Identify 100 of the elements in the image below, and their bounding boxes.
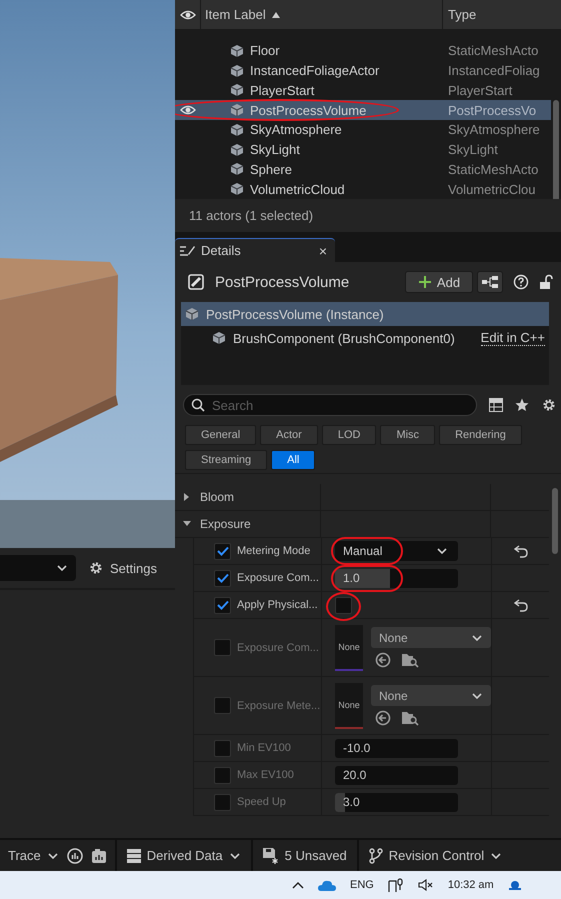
- tab-label: Details: [201, 243, 242, 258]
- outliner-row[interactable]: SkyLight SkyLight: [175, 140, 551, 160]
- server-icon: [126, 848, 141, 862]
- checkmark-icon: [216, 546, 228, 556]
- actor-label: PostProcessVolume: [250, 102, 366, 118]
- caret-right-icon: [183, 493, 191, 501]
- column-header[interactable]: Item Label: [201, 0, 443, 29]
- checkbox[interactable]: [214, 639, 231, 656]
- details-tab[interactable]: Details ×: [175, 238, 335, 262]
- language-indicator[interactable]: ENG: [350, 879, 374, 891]
- cube-icon: [229, 82, 245, 98]
- number-field[interactable]: -10.0: [335, 738, 458, 758]
- value-dropdown[interactable]: Manual: [335, 541, 458, 561]
- actor-type: InstancedFoliag: [447, 63, 541, 78]
- column-header[interactable]: Type: [443, 0, 561, 29]
- cloud-icon[interactable]: [318, 879, 336, 891]
- search-icon: [191, 398, 205, 412]
- arrow-left-circle-icon[interactable]: [375, 652, 391, 668]
- filter-button[interactable]: General: [185, 425, 256, 445]
- blueprint-button[interactable]: [477, 271, 503, 293]
- scrollbar-thumb[interactable]: [552, 488, 558, 554]
- cube-icon: [184, 306, 200, 322]
- number-field[interactable]: 20.0: [335, 766, 458, 784]
- arrow-left-circle-icon[interactable]: [375, 710, 391, 726]
- outliner-row[interactable]: PlayerStart PlayerStart: [175, 80, 551, 100]
- table-view-icon[interactable]: [489, 398, 503, 412]
- checkbox[interactable]: [214, 596, 231, 614]
- search-field[interactable]: Search: [183, 394, 477, 416]
- chevron-down-icon: [471, 690, 483, 700]
- reset-arrow-icon[interactable]: [514, 598, 528, 612]
- outliner-row[interactable]: InstancedFoliageActor InstancedFoliag: [175, 60, 551, 80]
- checkbox[interactable]: [214, 740, 231, 756]
- person-icon[interactable]: [508, 880, 522, 890]
- actor-label: VolumetricCloud: [250, 182, 345, 197]
- number-field[interactable]: 3.0: [335, 792, 458, 812]
- chevron-up-icon[interactable]: [292, 881, 304, 889]
- checkbox[interactable]: [214, 570, 231, 586]
- network-icon[interactable]: [388, 878, 404, 892]
- folder-search-icon[interactable]: [401, 652, 419, 668]
- actor-type: StaticMeshActo: [447, 43, 540, 58]
- component-label: BrushComponent (BrushComponent0): [233, 330, 456, 346]
- chevron-down-icon: [56, 563, 68, 573]
- actor-type: StaticMeshActo: [447, 162, 540, 177]
- filter-button[interactable]: LOD: [322, 425, 376, 445]
- settings-icon: [88, 560, 104, 576]
- eye-icon: [180, 8, 196, 20]
- caret-down-icon: [183, 520, 191, 528]
- folder-search-icon[interactable]: [401, 710, 419, 726]
- checkbox[interactable]: [214, 794, 231, 810]
- outliner-row[interactable]: SkyAtmosphere SkyAtmosphere: [175, 120, 551, 140]
- close-button[interactable]: ×: [318, 242, 327, 258]
- settings-icon[interactable]: [541, 397, 557, 413]
- property-label: Exposure Com...: [237, 642, 319, 654]
- trace-button[interactable]: Trace: [0, 840, 67, 871]
- number-field[interactable]: 1.0: [335, 568, 458, 588]
- actor-count: 11 actors (1 selected): [189, 208, 314, 223]
- filter-button[interactable]: Actor: [260, 425, 318, 445]
- outliner-row[interactable]: PostProcessVolume PostProcessVo: [175, 100, 551, 120]
- actor-type: SkyLight: [447, 142, 499, 158]
- filter-button[interactable]: Rendering: [439, 425, 522, 445]
- actor-label: SkyAtmosphere: [250, 122, 342, 138]
- filter-button[interactable]: All: [271, 450, 316, 470]
- settings-button[interactable]: Settings: [84, 560, 157, 576]
- cube-icon: [229, 42, 245, 59]
- asset-dropdown[interactable]: None: [371, 685, 491, 706]
- muted-speaker-icon[interactable]: [418, 879, 434, 891]
- checkbox[interactable]: [335, 596, 352, 614]
- component-row[interactable]: BrushComponent (BrushComponent0) Edit in C++: [181, 326, 549, 350]
- outliner-row[interactable]: Floor StaticMeshActo: [175, 41, 551, 61]
- outliner-row[interactable]: Sphere StaticMeshActo: [175, 160, 551, 180]
- actor-type: SkyAtmosphere: [447, 122, 541, 138]
- checkbox[interactable]: [214, 766, 231, 784]
- actor-name: PostProcessVolume: [215, 274, 350, 290]
- reset-arrow-icon[interactable]: [514, 544, 528, 558]
- add-button[interactable]: Add: [405, 271, 473, 293]
- checkbox[interactable]: [214, 542, 231, 560]
- filter-button[interactable]: Streaming: [185, 450, 268, 470]
- sort-ascending-icon: [272, 12, 280, 18]
- category-header[interactable]: Exposure: [175, 511, 321, 537]
- camera-icon[interactable]: [90, 848, 107, 864]
- record-icon[interactable]: [66, 848, 83, 864]
- property-label: Speed Up: [237, 796, 286, 808]
- scrollbar-thumb[interactable]: [553, 100, 559, 199]
- category-header[interactable]: Bloom: [175, 484, 321, 510]
- actor-type: VolumetricClou: [447, 182, 536, 197]
- actor-type: PostProcessVo: [447, 102, 538, 118]
- actor-label: InstancedFoliageActor: [250, 63, 380, 78]
- asset-dropdown[interactable]: None: [371, 627, 491, 648]
- checkbox[interactable]: [214, 697, 231, 714]
- filter-button[interactable]: Misc: [380, 425, 436, 445]
- star-icon[interactable]: [515, 398, 529, 412]
- clock[interactable]: 10:32 am: [448, 879, 494, 891]
- edit-link[interactable]: Edit in C++: [480, 330, 545, 346]
- outliner-row[interactable]: VolumetricCloud VolumetricClou: [175, 179, 551, 199]
- chevron-down-icon: [436, 546, 448, 556]
- cube-icon: [229, 102, 245, 118]
- help-icon[interactable]: [513, 274, 529, 290]
- component-row[interactable]: PostProcessVolume (Instance): [181, 302, 549, 326]
- unlocked-padlock-icon[interactable]: [539, 274, 553, 290]
- save-icon: [262, 848, 279, 864]
